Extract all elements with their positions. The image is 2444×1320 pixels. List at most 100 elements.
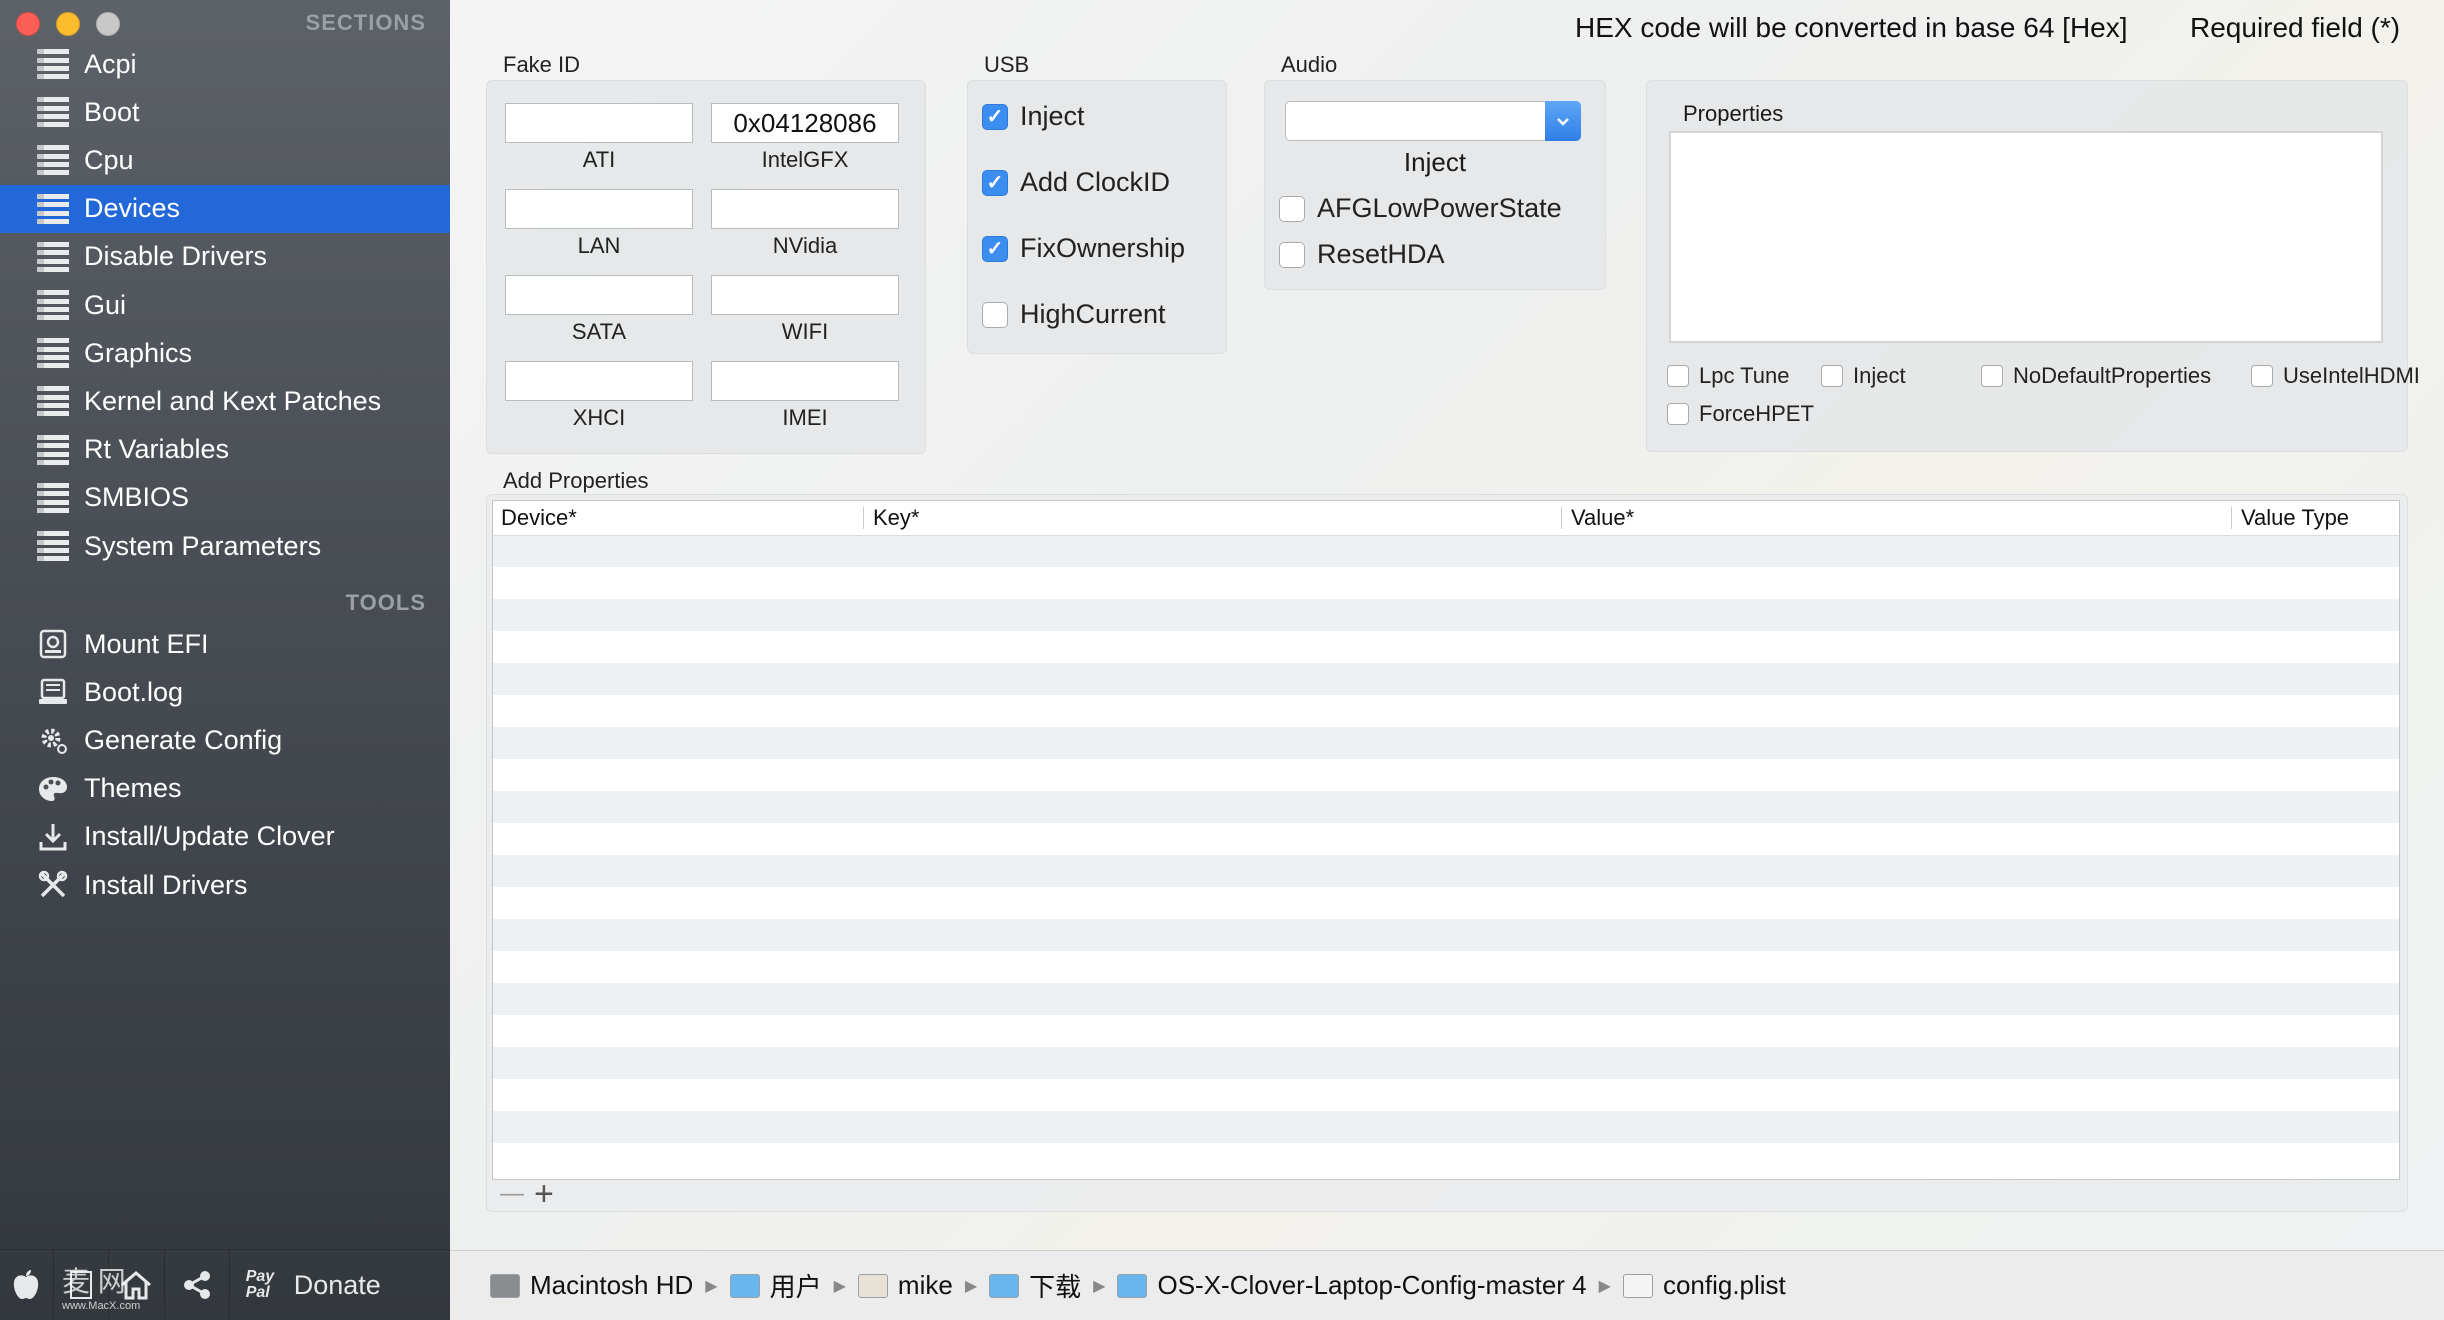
sidebar-item-smbios[interactable]: SMBIOS <box>0 474 450 522</box>
checkbox-box[interactable] <box>1279 195 1305 222</box>
table-row[interactable] <box>493 983 2399 1015</box>
apple-icon[interactable] <box>0 1250 54 1320</box>
path-crumb[interactable]: Macintosh HD <box>490 1270 693 1301</box>
table-row[interactable] <box>493 535 2399 567</box>
checkbox-box[interactable] <box>1981 365 2003 387</box>
checkmark-icon[interactable]: ✓ <box>982 103 1008 130</box>
table-row[interactable] <box>493 1047 2399 1079</box>
column-header-value-type[interactable]: Value Type <box>2241 501 2349 535</box>
audio-inject-select[interactable] <box>1285 101 1581 141</box>
fake-id-sata-input[interactable] <box>505 275 693 315</box>
fake-id-imei-input[interactable] <box>711 361 899 401</box>
checkmark-icon[interactable]: ✓ <box>982 235 1008 262</box>
usb-add-clockid-checkbox[interactable]: ✓ Add ClockID <box>982 167 1170 198</box>
table-row[interactable] <box>493 1143 2399 1175</box>
checkbox-box[interactable] <box>1667 365 1689 387</box>
column-header-device[interactable]: Device* <box>501 501 577 535</box>
sidebar-item-rt-variables[interactable]: Rt Variables <box>0 426 450 474</box>
sidebar-item-gui[interactable]: Gui <box>0 281 450 329</box>
path-crumb[interactable]: mike <box>857 1270 953 1301</box>
sidebar-item-disable-drivers[interactable]: Disable Drivers <box>0 233 450 281</box>
sidebar-item-graphics[interactable]: Graphics <box>0 329 450 377</box>
checkbox-box[interactable] <box>1667 403 1689 425</box>
table-row[interactable] <box>493 919 2399 951</box>
table-row[interactable] <box>493 727 2399 759</box>
home-button[interactable] <box>109 1250 165 1320</box>
path-crumb[interactable]: config.plist <box>1622 1270 1786 1301</box>
properties-nodefaultproperties-checkbox[interactable]: NoDefaultProperties <box>1981 363 2211 389</box>
table-row[interactable] <box>493 1015 2399 1047</box>
properties-lpc-tune-checkbox[interactable]: Lpc Tune <box>1667 363 1790 389</box>
add-properties-table[interactable]: Device* Key* Value* Value Type <box>492 500 2400 1180</box>
sidebar-item-boot[interactable]: Boot <box>0 88 450 136</box>
minimize-window-button[interactable] <box>56 12 80 36</box>
usb-inject-label: Inject <box>1020 101 1085 131</box>
sidebar-item-devices[interactable]: Devices <box>0 184 450 233</box>
sidebar-item-themes[interactable]: Themes <box>0 765 450 813</box>
fake-id-nvidia-label: NVidia <box>772 233 838 258</box>
sidebar-item-cpu[interactable]: Cpu <box>0 136 450 184</box>
checkbox-box[interactable] <box>2251 365 2273 387</box>
properties-textarea[interactable] <box>1669 131 2383 343</box>
table-row[interactable] <box>493 823 2399 855</box>
list-line <box>37 49 69 54</box>
table-row[interactable] <box>493 1079 2399 1111</box>
document-icon[interactable] <box>54 1250 110 1320</box>
remove-row-button[interactable]: — <box>500 1180 524 1208</box>
donate-button[interactable]: Pay Pal Donate <box>230 1250 450 1320</box>
list-glyph <box>37 49 69 79</box>
table-row[interactable] <box>493 759 2399 791</box>
fake-id-nvidia-input[interactable] <box>711 189 899 229</box>
sidebar-item-boot-log[interactable]: Boot.log <box>0 668 450 716</box>
list-glyph <box>37 97 69 128</box>
path-separator-icon: ▶ <box>833 1277 846 1295</box>
fake-id-xhci-input[interactable] <box>505 361 693 401</box>
audio-afglowpowerstate-checkbox[interactable]: AFGLowPowerState <box>1279 193 1562 224</box>
sidebar-item-generate-config[interactable]: Generate Config <box>0 716 450 764</box>
table-row[interactable] <box>493 855 2399 887</box>
checkbox-box[interactable] <box>982 301 1008 328</box>
sidebar-item-kernel-and-kext-patches[interactable]: Kernel and Kext Patches <box>0 377 450 425</box>
usb-fixownership-checkbox[interactable]: ✓ FixOwnership <box>982 233 1185 264</box>
sidebar-item-acpi[interactable]: Acpi <box>0 40 450 88</box>
fake-id-xhci-label: XHCI <box>572 405 626 430</box>
path-crumb[interactable]: 用户 <box>729 1267 822 1304</box>
checkbox-box[interactable] <box>1279 241 1305 268</box>
share-button[interactable] <box>165 1250 230 1320</box>
list-glyph <box>37 434 69 465</box>
sidebar-item-install-drivers[interactable]: Install Drivers <box>0 861 450 909</box>
fake-id-ati-input[interactable] <box>505 103 693 143</box>
usb-inject-checkbox[interactable]: ✓ Inject <box>982 101 1085 132</box>
table-row[interactable] <box>493 695 2399 727</box>
column-header-key[interactable]: Key* <box>873 501 919 535</box>
table-row[interactable] <box>493 887 2399 919</box>
path-crumb[interactable]: 下载 <box>989 1267 1081 1304</box>
usb-highcurrent-checkbox[interactable]: HighCurrent <box>982 299 1166 330</box>
table-row[interactable] <box>493 631 2399 663</box>
path-crumb-label: Macintosh HD <box>530 1270 694 1300</box>
fake-id-lan-input[interactable] <box>505 189 693 229</box>
audio-resethda-checkbox[interactable]: ResetHDA <box>1279 239 1445 270</box>
table-row[interactable] <box>493 663 2399 695</box>
table-row[interactable] <box>493 791 2399 823</box>
fake-id-intelgfx-input[interactable]: 0x04128086 <box>711 103 899 143</box>
checkbox-box[interactable] <box>1821 365 1843 387</box>
table-row[interactable] <box>493 599 2399 631</box>
table-row[interactable] <box>493 567 2399 599</box>
add-row-button[interactable]: + <box>534 1175 554 1214</box>
column-header-value[interactable]: Value* <box>1571 501 1634 535</box>
dropdown-button[interactable] <box>1545 101 1581 141</box>
path-crumb[interactable]: OS-X-Clover-Laptop-Config-master 4 <box>1117 1270 1587 1301</box>
sidebar-item-system-parameters[interactable]: System Parameters <box>0 522 450 570</box>
sidebar-item-install-update-clover[interactable]: Install/Update Clover <box>0 813 450 861</box>
close-window-button[interactable] <box>16 12 40 36</box>
table-row[interactable] <box>493 951 2399 983</box>
properties-inject-checkbox[interactable]: Inject <box>1821 363 1906 389</box>
table-row[interactable] <box>493 1111 2399 1143</box>
fake-id-wifi-input[interactable] <box>711 275 899 315</box>
properties-useintelhdmi-checkbox[interactable]: UseIntelHDMI <box>2251 363 2420 389</box>
checkmark-icon[interactable]: ✓ <box>982 169 1008 196</box>
zoom-window-button[interactable] <box>96 12 120 36</box>
sidebar-item-mount-efi[interactable]: Mount EFI <box>0 620 450 668</box>
properties-forcehpet-checkbox[interactable]: ForceHPET <box>1667 401 1814 427</box>
